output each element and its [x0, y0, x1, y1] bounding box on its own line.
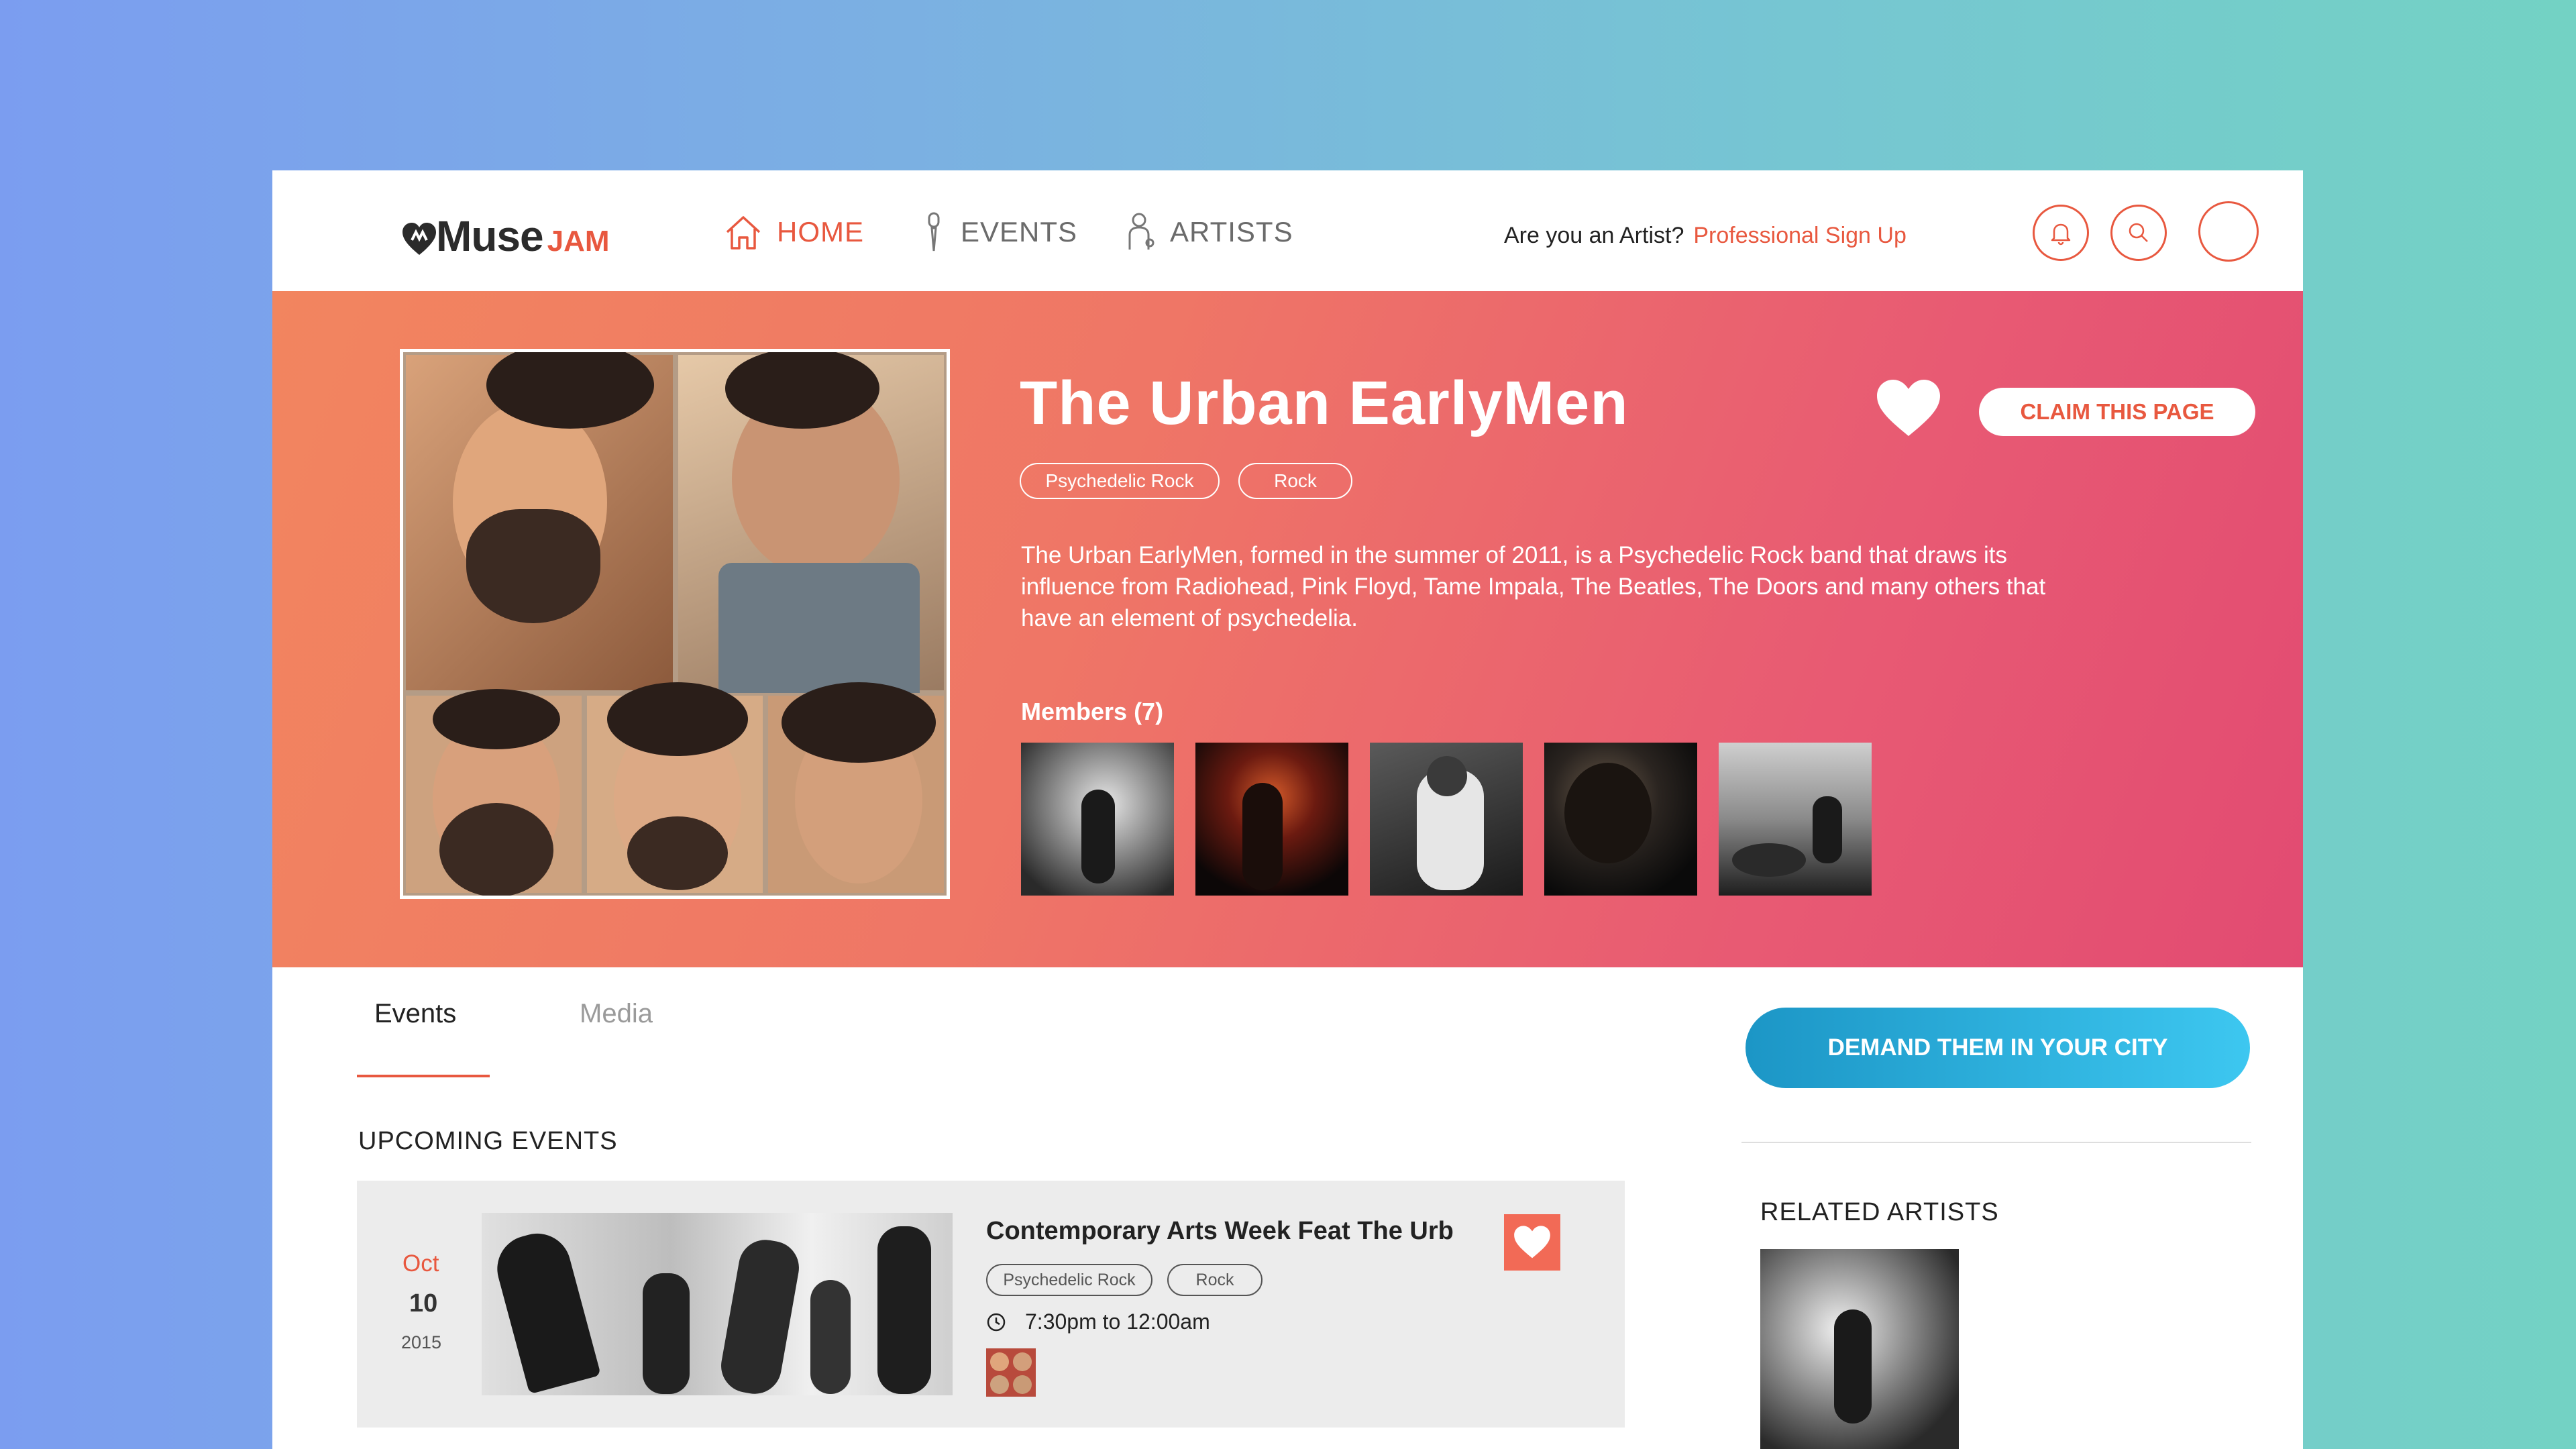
clock-icon: [987, 1313, 1006, 1331]
collage-tile: [403, 352, 676, 693]
active-tab-indicator: [357, 1075, 490, 1077]
logo-text: Muse: [436, 212, 544, 260]
collage-tile: [403, 689, 584, 896]
sidebar-divider: [1741, 1142, 2251, 1143]
demand-in-city-button[interactable]: DEMAND THEM IN YOUR CITY: [1746, 1008, 2250, 1088]
artist-hero: The Urban EarlyMen CLAIM THIS PAGE Psych…: [272, 291, 2303, 967]
event-month: Oct: [402, 1250, 439, 1277]
search-button[interactable]: [2110, 205, 2167, 261]
related-artists-heading: RELATED ARTISTS: [1760, 1198, 1999, 1226]
logo-accent-text: JAM: [547, 225, 610, 258]
notifications-button[interactable]: [2033, 205, 2089, 261]
members-label: Members (7): [1021, 698, 1164, 725]
member-photo[interactable]: [1544, 743, 1697, 896]
nav-home[interactable]: HOME: [723, 212, 864, 252]
nav-artists[interactable]: ARTISTS: [1124, 212, 1293, 252]
member-photo[interactable]: [1021, 743, 1174, 896]
genre-tag[interactable]: Rock: [1238, 463, 1352, 499]
artist-icon: [1128, 213, 1155, 250]
profile-avatar-button[interactable]: [2198, 201, 2259, 262]
tab-events[interactable]: Events: [374, 999, 456, 1029]
artist-name: The Urban EarlyMen: [1020, 369, 1629, 437]
member-photo[interactable]: [1370, 743, 1523, 896]
search-icon: [2129, 223, 2148, 242]
member-photo[interactable]: [1195, 743, 1348, 896]
professional-signup-link[interactable]: Professional Sign Up: [1693, 223, 1907, 248]
top-nav: Muse JAM HOME EVENTS ARTISTS Are you an …: [272, 170, 2303, 291]
member-photo[interactable]: [1719, 743, 1872, 896]
band-photo: [400, 349, 950, 899]
event-genre-tag[interactable]: Rock: [1167, 1264, 1263, 1296]
event-time: 7:30pm to 12:00am: [986, 1309, 1210, 1334]
nav-home-label: HOME: [777, 216, 864, 248]
event-time-text: 7:30pm to 12:00am: [1025, 1309, 1210, 1334]
logo-heart-icon: [402, 223, 436, 255]
claim-page-button[interactable]: CLAIM THIS PAGE: [1979, 388, 2255, 436]
event-genre-tag[interactable]: Psychedelic Rock: [986, 1264, 1152, 1296]
event-title[interactable]: Contemporary Arts Week Feat The Urb: [986, 1217, 1454, 1246]
event-image: [482, 1213, 953, 1395]
artist-description: The Urban EarlyMen, formed in the summer…: [1021, 542, 2046, 631]
bell-icon: [2051, 223, 2071, 246]
related-artist-photo[interactable]: [1760, 1249, 1959, 1449]
event-year: 2015: [401, 1332, 442, 1352]
event-favorite-button[interactable]: [1504, 1214, 1560, 1271]
musejam-logo[interactable]: Muse JAM: [401, 211, 610, 258]
heart-icon: [1514, 1226, 1550, 1258]
collage-tile: [676, 352, 947, 710]
microphone-icon: [928, 212, 940, 252]
nav-events-label: EVENTS: [961, 216, 1078, 248]
home-icon: [726, 216, 761, 250]
event-artist-thumbnail[interactable]: [986, 1348, 1036, 1397]
nav-events[interactable]: EVENTS: [920, 212, 1077, 252]
nav-artists-label: ARTISTS: [1170, 216, 1293, 248]
artist-question: Are you an Artist?: [1504, 223, 1684, 248]
collage-tile: [765, 682, 947, 896]
collage-tile: [584, 682, 765, 896]
event-card[interactable]: Oct 10 2015 Contemporary Arts Week Feat …: [357, 1181, 1625, 1428]
app-window: Muse JAM HOME EVENTS ARTISTS Are you an …: [272, 170, 2303, 1449]
artist-signup-prompt: Are you an Artist? Professional Sign Up: [1504, 223, 1907, 249]
tab-media[interactable]: Media: [580, 999, 653, 1029]
upcoming-events-heading: UPCOMING EVENTS: [358, 1127, 618, 1155]
genre-tag[interactable]: Psychedelic Rock: [1020, 463, 1220, 499]
event-day: 10: [409, 1289, 438, 1318]
favorite-heart-icon[interactable]: [1876, 378, 1941, 439]
